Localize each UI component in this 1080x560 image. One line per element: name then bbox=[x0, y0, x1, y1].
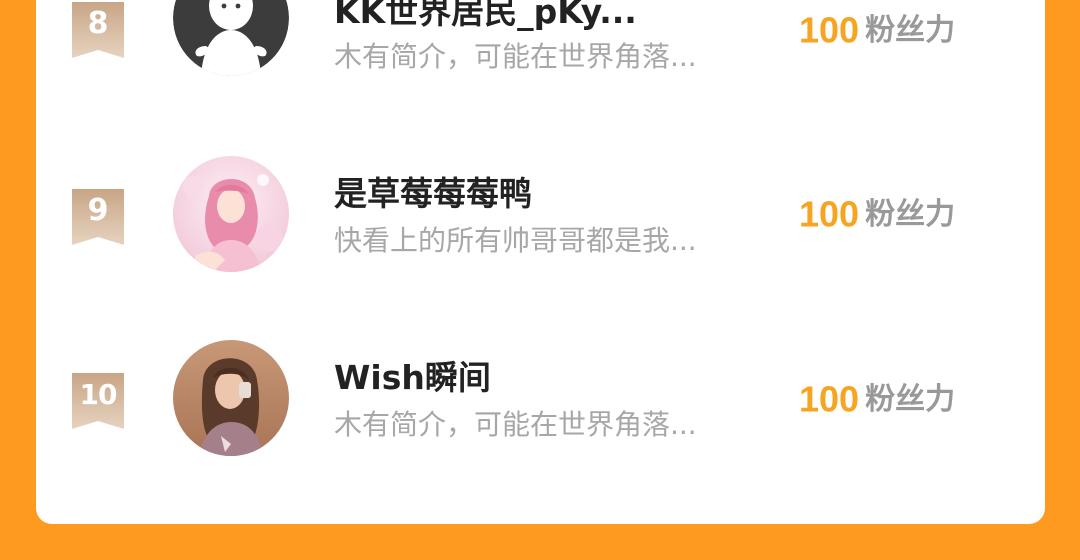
fan-power-score: 100 粉丝力 bbox=[799, 378, 955, 421]
user-name[interactable]: Wish瞬间 bbox=[334, 358, 491, 398]
rank-ribbon-icon: 10 bbox=[72, 373, 124, 429]
score-value: 100 bbox=[799, 193, 860, 235]
rank-number: 10 bbox=[79, 378, 118, 411]
score-value: 100 bbox=[799, 9, 860, 51]
rank-ribbon-icon: 9 bbox=[72, 189, 124, 245]
pink-hair-girl-photo-icon bbox=[173, 156, 289, 272]
rank-ribbon-icon: 8 bbox=[72, 2, 124, 58]
girl-portrait-photo-icon bbox=[173, 340, 289, 456]
list-item[interactable]: 9 是草莓莓莓鸭 快看上的所有帅哥哥都是我... 100 粉丝力 bbox=[36, 144, 1045, 272]
fan-power-score: 100 粉丝力 bbox=[799, 9, 955, 52]
user-bio: 木有简介，可能在世界角落... bbox=[334, 408, 697, 441]
leaderboard-card: 8 KK世界居民_pKy... 木有简介，可能在世界角落... 100粉丝力 bbox=[36, 0, 1045, 524]
rank-number: 8 bbox=[87, 6, 109, 41]
user-bio: 快看上的所有帅哥哥都是我... bbox=[334, 224, 697, 257]
avatar[interactable] bbox=[173, 340, 289, 456]
score-unit-label: 粉丝力 bbox=[865, 381, 956, 417]
user-name[interactable]: 是草莓莓莓鸭 bbox=[334, 174, 532, 214]
avatar[interactable] bbox=[173, 0, 289, 76]
list-item[interactable]: 10 Wish瞬间 木有简介，可能在世界角落... 100 粉丝力 bbox=[36, 328, 1045, 456]
rank-number: 9 bbox=[87, 193, 109, 228]
list-item[interactable]: 8 KK世界居民_pKy... 木有简介，可能在世界角落... 100 粉丝力 bbox=[36, 0, 1045, 80]
score-unit-label: 粉丝力 bbox=[865, 196, 956, 232]
default-person-avatar-icon bbox=[173, 0, 289, 76]
user-bio: 木有简介，可能在世界角落... bbox=[334, 40, 697, 73]
score-unit-label: 粉丝力 bbox=[865, 12, 956, 48]
fan-power-score: 100 粉丝力 bbox=[799, 193, 955, 236]
avatar[interactable] bbox=[173, 156, 289, 272]
user-name[interactable]: KK世界居民_pKy... bbox=[334, 0, 637, 32]
score-value: 100 bbox=[799, 378, 860, 420]
